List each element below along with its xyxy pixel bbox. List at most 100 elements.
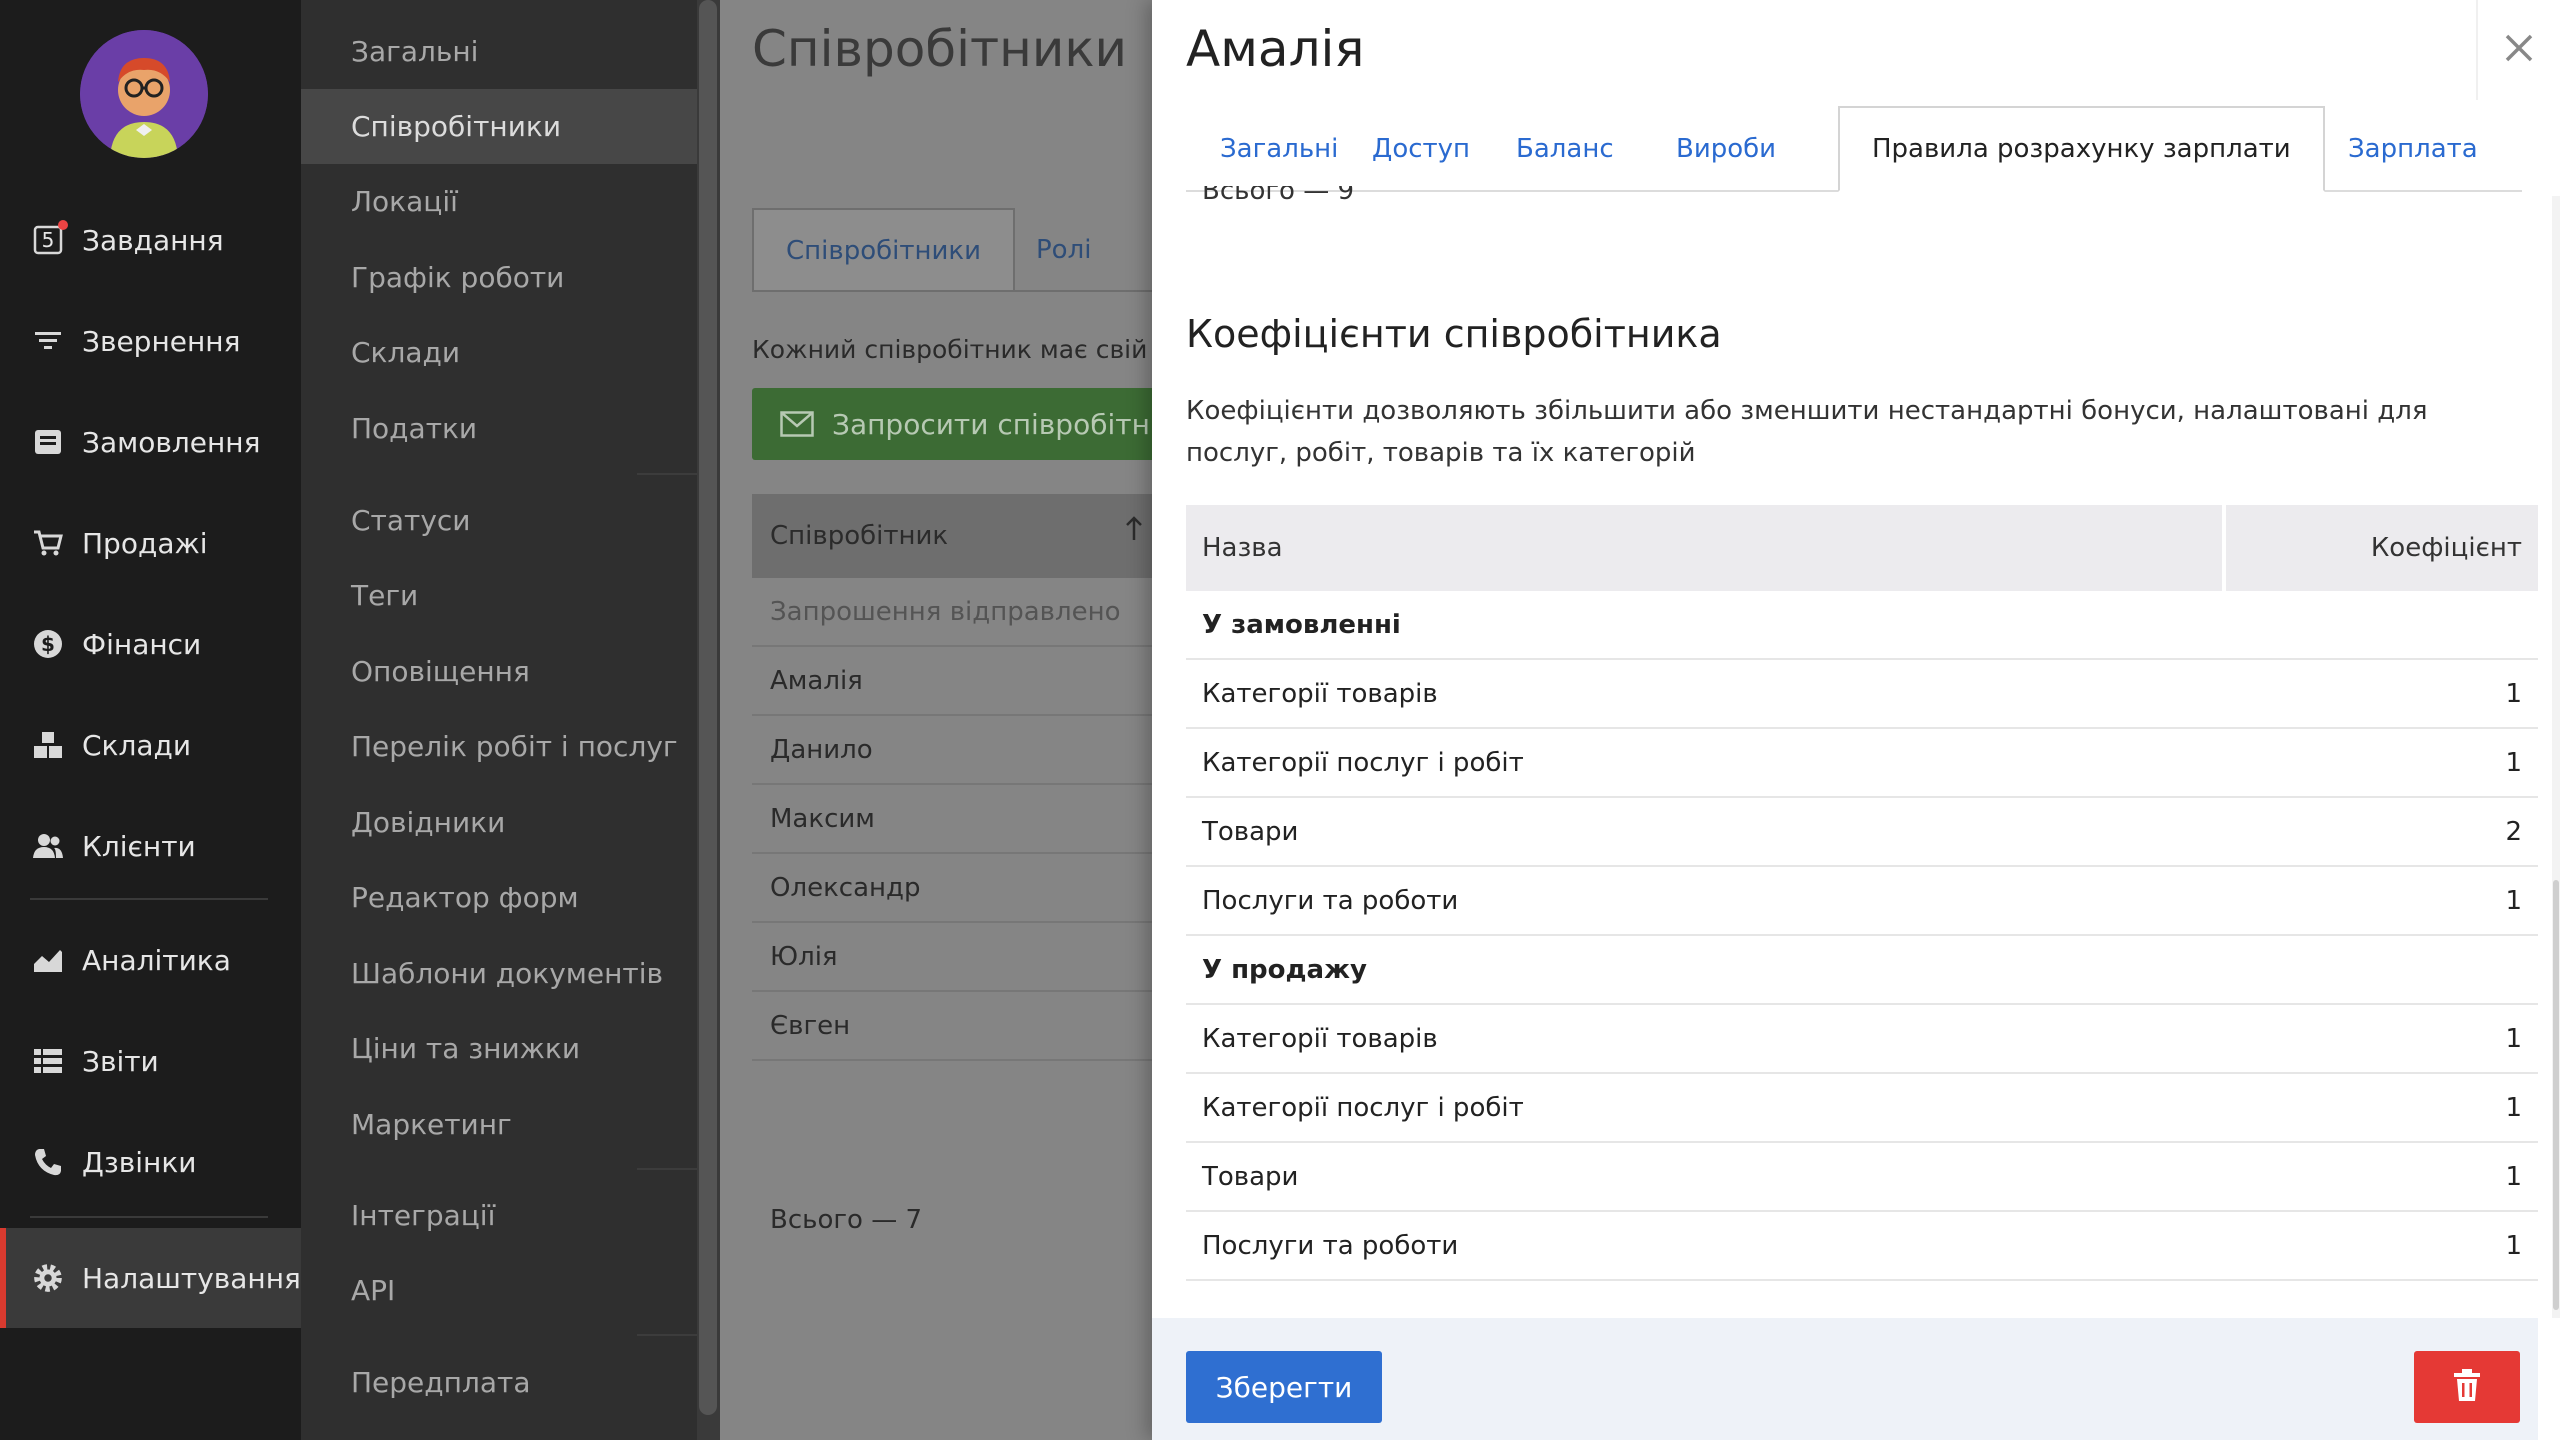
clients-icon (30, 828, 66, 864)
submenu-item-form-editor[interactable]: Редактор форм (301, 860, 697, 935)
nav-label: Звернення (82, 324, 241, 358)
tab-salary-rules[interactable]: Правила розрахунку зарплати (1838, 106, 2325, 192)
table-row[interactable]: Амалія (752, 647, 1172, 716)
nav-item-finance[interactable]: $ Фінанси (0, 609, 301, 679)
tab-employees[interactable]: Співробітники (752, 208, 1016, 292)
submenu-item-document-templates[interactable]: Шаблони документів (301, 936, 697, 1011)
nav-item-settings[interactable]: Налаштування (0, 1228, 301, 1328)
submenu-item-employees[interactable]: Співробітники (301, 89, 697, 164)
submenu-item-tags[interactable]: Теги (301, 558, 697, 633)
table-group-header: У замовленні (1186, 591, 2538, 660)
dollar-icon: $ (30, 626, 66, 662)
section-description: Коефіцієнти дозволяють збільшити або зме… (1186, 396, 2428, 468)
tab-balance[interactable]: Баланс (1516, 106, 1614, 192)
employees-table-header[interactable]: Співробітник (752, 494, 1162, 578)
drawer-footer: Зберегти (1152, 1318, 2538, 1440)
nav-label: Завдання (82, 223, 224, 257)
nav-label: Замовлення (82, 425, 261, 459)
nav-item-clients[interactable]: Клієнти (0, 811, 301, 881)
table-row[interactable]: Товари 2 (1186, 798, 2538, 867)
row-name: Послуги та роботи (1202, 1230, 1459, 1261)
coefficients-table: Назва Коефіцієнт У замовленні Категорії … (1186, 505, 2538, 1281)
submenu-scrollbar[interactable] (699, 0, 717, 1415)
table-row[interactable]: Данило (752, 716, 1172, 785)
nav-label: Клієнти (82, 829, 196, 863)
save-button[interactable]: Зберегти (1186, 1351, 1382, 1423)
row-name: Товари (1202, 1161, 1299, 1192)
column-name: Назва (1186, 505, 2226, 591)
nav-item-requests[interactable]: Звернення (0, 306, 301, 376)
user-avatar[interactable] (80, 30, 208, 158)
drawer-tabs: Загальні Доступ Баланс Вироби Правила ро… (1186, 106, 2536, 192)
table-row[interactable]: Запрошення відправлено (752, 578, 1172, 647)
orders-icon (30, 424, 66, 460)
tasks-icon: 5 (30, 220, 68, 258)
nav-item-tasks[interactable]: 5 Завдання (0, 205, 301, 275)
submenu-item-services-list[interactable]: Перелік робіт і послуг (301, 709, 697, 784)
table-row[interactable]: Категорії послуг і робіт 1 (1186, 1074, 2538, 1143)
submenu-item-subscription[interactable]: Передплата (301, 1345, 697, 1420)
submenu-item-prices-discounts[interactable]: Ціни та знижки (301, 1011, 697, 1086)
nav-item-calls[interactable]: Дзвінки (0, 1127, 301, 1197)
table-row[interactable]: Послуги та роботи 1 (1186, 1212, 2538, 1281)
row-name: Послуги та роботи (1202, 885, 1459, 916)
tab-salary[interactable]: Зарплата (2348, 106, 2478, 192)
nav-label: Продажі (82, 526, 208, 560)
close-button[interactable] (2476, 0, 2560, 100)
cart-icon (30, 525, 66, 561)
nav-item-warehouses[interactable]: Склади (0, 710, 301, 780)
nav-item-sales[interactable]: Продажі (0, 508, 301, 578)
column-employee: Співробітник (770, 521, 949, 551)
row-value: 1 (2505, 1161, 2522, 1192)
submenu-item-schedule[interactable]: Графік роботи (301, 240, 697, 315)
tab-general[interactable]: Загальні (1220, 106, 1338, 192)
table-row[interactable]: Товари 1 (1186, 1143, 2538, 1212)
analytics-icon (30, 942, 66, 978)
table-row[interactable]: Юлія (752, 923, 1172, 992)
table-row[interactable]: Олександр (752, 854, 1172, 923)
nav-label: Фінанси (82, 627, 202, 661)
invite-employee-button[interactable]: Запросити співробітни (752, 388, 1172, 460)
nav-divider (30, 898, 268, 900)
tab-roles[interactable]: Ролі (1004, 208, 1123, 292)
employee-drawer: Амалія Загальні Доступ Баланс Вироби Пра… (1152, 0, 2560, 1440)
submenu-item-api[interactable]: API (301, 1253, 697, 1328)
scrolled-total: Всього — 9 (1202, 186, 1355, 206)
tab-products[interactable]: Вироби (1676, 106, 1776, 192)
nav-label: Звіти (82, 1044, 159, 1078)
submenu-item-statuses[interactable]: Статуси (301, 483, 697, 558)
submenu-item-notifications[interactable]: Оповіщення (301, 634, 697, 709)
table-row[interactable]: Категорії товарів 1 (1186, 1005, 2538, 1074)
employees-total: Всього — 7 (770, 1205, 923, 1235)
nav-item-orders[interactable]: Замовлення (0, 407, 301, 477)
submenu-item-warehouses[interactable]: Склади (301, 315, 697, 390)
table-row[interactable]: Євген (752, 992, 1172, 1061)
row-name: Товари (1202, 816, 1299, 847)
gear-icon (30, 1260, 66, 1296)
submenu-item-general[interactable]: Загальні (301, 14, 697, 89)
phone-icon (30, 1144, 66, 1180)
table-row[interactable]: Послуги та роботи 1 (1186, 867, 2538, 936)
submenu-item-locations[interactable]: Локації (301, 164, 697, 239)
nav-divider (30, 1216, 268, 1218)
row-value: 1 (2505, 678, 2522, 709)
row-value: 1 (2505, 1023, 2522, 1054)
table-row[interactable]: Категорії послуг і робіт 1 (1186, 729, 2538, 798)
drawer-scrollbar[interactable] (2553, 880, 2559, 1310)
delete-button[interactable] (2414, 1351, 2520, 1423)
submenu-item-directories[interactable]: Довідники (301, 785, 697, 860)
nav-label: Дзвінки (82, 1145, 197, 1179)
inbox-funnel-icon (30, 323, 66, 359)
table-row[interactable]: Категорії товарів 1 (1186, 660, 2538, 729)
submenu-item-integrations[interactable]: Інтеграції (301, 1178, 697, 1253)
nav-item-analytics[interactable]: Аналітика (0, 925, 301, 995)
row-name: Категорії товарів (1202, 1023, 1438, 1054)
tab-access[interactable]: Доступ (1372, 106, 1470, 192)
submenu-item-taxes[interactable]: Податки (301, 391, 697, 466)
page-title: Співробітники (752, 20, 1128, 78)
nav-item-reports[interactable]: Звіти (0, 1026, 301, 1096)
table-row[interactable]: Максим (752, 785, 1172, 854)
nav-label: Налаштування (82, 1261, 301, 1295)
submenu-item-marketing[interactable]: Маркетинг (301, 1087, 697, 1162)
group-title: У замовленні (1202, 609, 1401, 640)
